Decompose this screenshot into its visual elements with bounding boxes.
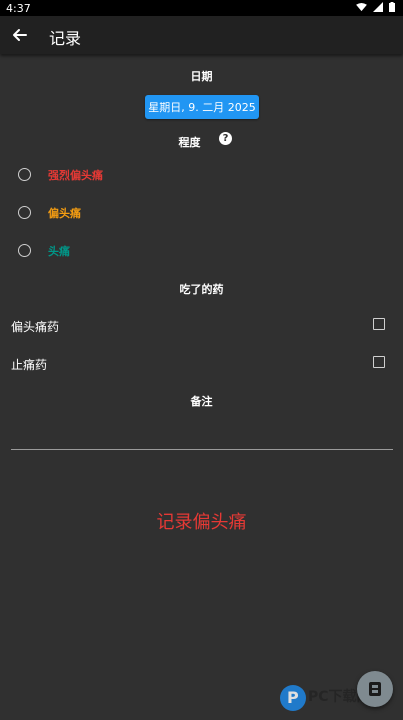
severity-option-label: 头痛 [48,245,70,258]
watermark-logo: P [280,685,306,711]
medication-item-painkiller[interactable]: 止痛药 [0,351,403,377]
severity-label: 程度 [178,136,201,149]
severity-option-severe[interactable]: 强烈偏头痛 [0,162,403,188]
severity-option-headache[interactable]: 头痛 [0,238,403,264]
battery-icon [389,2,395,12]
back-arrow-icon[interactable] [10,25,30,45]
radio-button[interactable] [18,168,31,181]
record-icon [369,682,381,696]
checkbox[interactable] [373,356,385,368]
page-title: 记录 [49,29,82,48]
medication-label: 吃了的药 [179,283,224,296]
signal-icon [373,2,383,12]
record-migraine-button[interactable]: 记录偏头痛 [0,508,403,534]
notes-label: 备注 [190,395,213,408]
status-icons [356,2,395,12]
status-time: 4:37 [6,2,31,15]
radio-button[interactable] [18,206,31,219]
medication-item-label: 偏头痛药 [11,320,60,334]
checkbox[interactable] [373,318,385,330]
medication-item-migraine[interactable]: 偏头痛药 [0,313,403,339]
wifi-icon [356,2,367,11]
floating-action-button[interactable] [357,671,393,707]
radio-button[interactable] [18,244,31,257]
medication-item-label: 止痛药 [11,358,48,372]
severity-option-label: 强烈偏头痛 [48,169,103,182]
notes-input[interactable] [11,420,393,448]
help-icon[interactable]: ? [219,132,232,145]
notes-underline [11,449,393,450]
severity-option-migraine[interactable]: 偏头痛 [0,200,403,226]
app-bar: 记录 [0,16,403,54]
date-picker-button[interactable]: 星期日, 9. 二月 2025 [145,95,259,119]
severity-option-label: 偏头痛 [48,207,81,220]
status-bar: 4:37 [0,0,403,16]
date-label: 日期 [190,70,213,83]
